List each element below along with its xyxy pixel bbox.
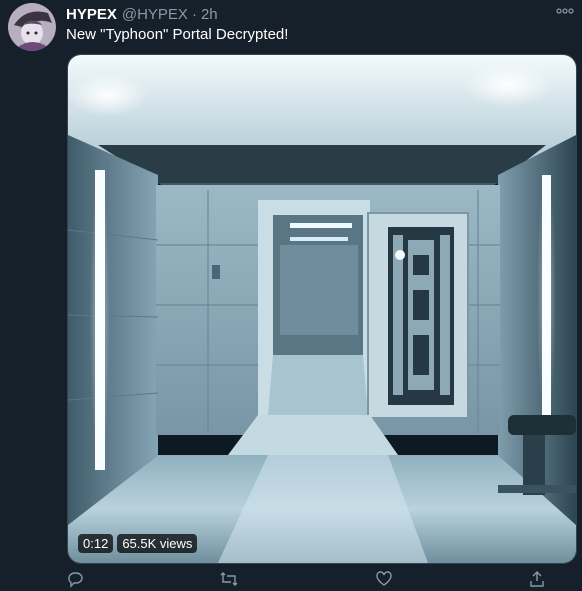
author-name[interactable]: HYPEX (66, 6, 117, 23)
separator-dot: · (191, 5, 197, 23)
retweet-button[interactable] (219, 570, 239, 590)
reply-button[interactable] (66, 570, 84, 590)
avatar[interactable] (8, 3, 56, 51)
like-icon (375, 570, 393, 591)
tweet-text: New "Typhoon" Portal Decrypted! (66, 26, 289, 43)
tweet-header: HYPEX @HYPEX · 2h (66, 4, 572, 24)
tweet[interactable]: HYPEX @HYPEX · 2h New "Typhoon" Portal D… (0, 0, 582, 588)
share-button[interactable] (528, 570, 546, 590)
author-handle[interactable]: @HYPEX (122, 6, 188, 23)
tweet-timestamp[interactable]: 2h (201, 6, 218, 23)
video-player[interactable]: 0:12 65.5K views (67, 54, 577, 564)
reply-icon (66, 570, 84, 591)
tweet-actions (66, 570, 546, 590)
video-views-badge: 65.5K views (117, 534, 198, 553)
more-horizontal-icon[interactable] (556, 6, 574, 16)
video-badges: 0:12 65.5K views (78, 534, 198, 553)
like-button[interactable] (375, 570, 393, 590)
video-duration-badge: 0:12 (78, 534, 114, 553)
retweet-icon (219, 570, 239, 591)
video-frame (68, 55, 576, 563)
share-icon (528, 570, 546, 591)
